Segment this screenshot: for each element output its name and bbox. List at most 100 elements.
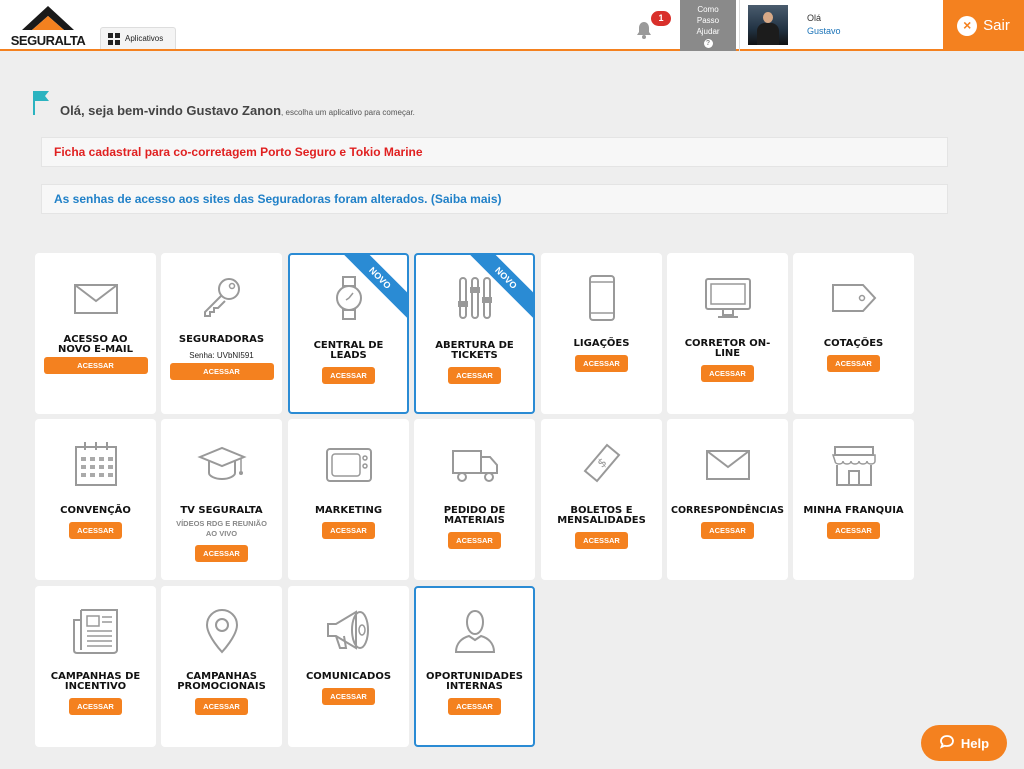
logo-text: SEGURALTA xyxy=(10,33,86,48)
tile-title: Marketing xyxy=(314,505,383,516)
tile-central-leads[interactable]: NOVO Central de leads ACESSAR xyxy=(288,253,409,414)
tile-campanhas-incentivo[interactable]: Campanhas de incentivo ACESSAR xyxy=(35,586,156,747)
question-icon: ? xyxy=(703,39,713,48)
megaphone-icon xyxy=(288,606,409,656)
tile-pedido-materiais[interactable]: Pedido de materiais ACESSAR xyxy=(414,419,535,580)
tile-tv-seguralta[interactable]: TV Seguralta Vídeos RDG e reunião ao viv… xyxy=(161,419,282,580)
top-header: SEGURALTA Aplicativos 1 Como Passo Ajuda… xyxy=(0,0,1024,51)
close-icon: × xyxy=(957,15,978,36)
apps-grid-icon xyxy=(108,32,120,45)
truck-icon xyxy=(414,439,535,489)
help-chat-button[interactable]: Help xyxy=(921,725,1007,761)
tile-title: Pedido de materiais xyxy=(443,505,506,526)
tile-cotacoes[interactable]: Cotações ACESSAR xyxy=(793,253,914,414)
tile-title: Comunicados xyxy=(305,671,392,682)
access-button[interactable]: ACESSAR xyxy=(701,522,754,539)
tile-title: Cotações xyxy=(823,338,884,349)
access-button[interactable]: ACESSAR xyxy=(701,365,754,382)
store-icon xyxy=(793,439,914,489)
tile-title: Corretor on-line xyxy=(684,338,771,359)
access-button[interactable]: ACESSAR xyxy=(43,357,148,374)
monitor-icon xyxy=(667,273,788,323)
envelope-icon xyxy=(667,439,788,489)
seguralta-logo[interactable]: SEGURALTA xyxy=(10,4,86,48)
tile-title: Campanhas promocionais xyxy=(177,671,266,692)
tile-title: Boletos e mensalidades xyxy=(557,505,646,526)
help-chat-label: Help xyxy=(960,735,990,751)
apps-menu-button[interactable]: Aplicativos xyxy=(100,27,176,49)
help-line-1: Como xyxy=(697,5,719,14)
watch-icon xyxy=(290,273,407,323)
avatar[interactable] xyxy=(748,5,788,45)
access-button[interactable]: ACESSAR xyxy=(827,522,880,539)
notice-co-corretagem[interactable]: Ficha cadastral para co-corretagem Porto… xyxy=(41,137,948,167)
access-button[interactable]: ACESSAR xyxy=(195,698,248,715)
tile-title: Correspondências xyxy=(670,505,785,516)
access-button[interactable]: ACESSAR xyxy=(575,532,628,549)
phone-icon xyxy=(541,273,662,323)
newspaper-icon xyxy=(35,606,156,656)
access-button[interactable]: ACESSAR xyxy=(448,367,501,384)
access-button[interactable]: ACESSAR xyxy=(169,363,274,380)
tile-title: Oportunidades internas xyxy=(426,671,523,692)
tile-abertura-tickets[interactable]: NOVO Abertura de tickets ACESSAR xyxy=(414,253,535,414)
apps-label: Aplicativos xyxy=(125,34,164,43)
tile-convencao[interactable]: Convenção ACESSAR xyxy=(35,419,156,580)
notice-senhas-alteradas[interactable]: As senhas de acesso aos sites das Segura… xyxy=(41,184,948,214)
user-name-link[interactable]: Gustavo xyxy=(807,26,841,36)
graduation-cap-icon xyxy=(161,439,282,489)
header-divider xyxy=(739,0,740,51)
tile-title: Campanhas de incentivo xyxy=(50,671,141,692)
chat-bubble-icon xyxy=(939,734,955,753)
tile-title: TV Seguralta xyxy=(180,505,263,516)
access-button[interactable]: ACESSAR xyxy=(69,698,122,715)
help-center-button[interactable]: Como Passo Ajudar ? xyxy=(680,0,736,51)
tile-seguradoras[interactable]: Seguradoras Senha: UVbNI591 ACESSAR xyxy=(161,253,282,414)
tile-minha-franquia[interactable]: Minha franquia ACESSAR xyxy=(793,419,914,580)
tile-title: Seguradoras xyxy=(178,334,265,345)
money-icon: $ xyxy=(541,439,662,489)
tag-icon xyxy=(793,273,914,323)
tile-correspondencias[interactable]: Correspondências ACESSAR xyxy=(667,419,788,580)
logout-label: Sair xyxy=(983,17,1010,34)
tile-corretor-online[interactable]: Corretor on-line ACESSAR xyxy=(667,253,788,414)
tile-ligacoes[interactable]: Ligações ACESSAR xyxy=(541,253,662,414)
tile-acesso-email[interactable]: Acesso ao novo e-mail ACESSAR xyxy=(35,253,156,414)
help-line-3: Ajudar xyxy=(696,27,720,36)
tile-title: Abertura de tickets xyxy=(435,340,514,361)
access-button[interactable]: ACESSAR xyxy=(322,522,375,539)
tile-password: Senha: UVbNI591 xyxy=(189,351,254,360)
map-pin-icon xyxy=(161,606,282,656)
access-button[interactable]: ACESSAR xyxy=(69,522,122,539)
tile-oportunidades-internas[interactable]: Oportunidades internas ACESSAR xyxy=(414,586,535,747)
flag-icon xyxy=(29,89,53,117)
calendar-icon xyxy=(35,439,156,489)
key-icon xyxy=(161,273,282,323)
logout-button[interactable]: × Sair xyxy=(943,0,1024,51)
tile-title: Central de leads xyxy=(313,340,384,361)
sliders-icon xyxy=(416,273,533,323)
welcome-message: Olá, seja bem-vindo Gustavo Zanon, escol… xyxy=(60,103,415,118)
bell-icon[interactable] xyxy=(634,20,654,40)
tile-title: Convenção xyxy=(60,505,131,516)
access-button[interactable]: ACESSAR xyxy=(448,698,501,715)
help-line-2: Passo xyxy=(696,16,720,25)
access-button[interactable]: ACESSAR xyxy=(322,688,375,705)
notification-badge: 1 xyxy=(651,11,671,26)
tile-title: Acesso ao novo e-mail xyxy=(58,334,133,355)
tile-campanhas-promocionais[interactable]: Campanhas promocionais ACESSAR xyxy=(161,586,282,747)
access-button[interactable]: ACESSAR xyxy=(448,532,501,549)
access-button[interactable]: ACESSAR xyxy=(827,355,880,372)
access-button[interactable]: ACESSAR xyxy=(575,355,628,372)
welcome-main: Olá, seja bem-vindo Gustavo Zanon xyxy=(60,103,282,118)
mail-icon xyxy=(35,273,156,323)
tile-comunicados[interactable]: Comunicados ACESSAR xyxy=(288,586,409,747)
tile-title: Ligações xyxy=(573,338,630,349)
tile-marketing[interactable]: Marketing ACESSAR xyxy=(288,419,409,580)
access-button[interactable]: ACESSAR xyxy=(195,545,248,562)
access-button[interactable]: ACESSAR xyxy=(322,367,375,384)
tv-icon xyxy=(288,439,409,489)
user-icon xyxy=(416,606,533,656)
tile-boletos[interactable]: $ Boletos e mensalidades ACESSAR xyxy=(541,419,662,580)
greeting-label: Olá xyxy=(807,13,822,23)
